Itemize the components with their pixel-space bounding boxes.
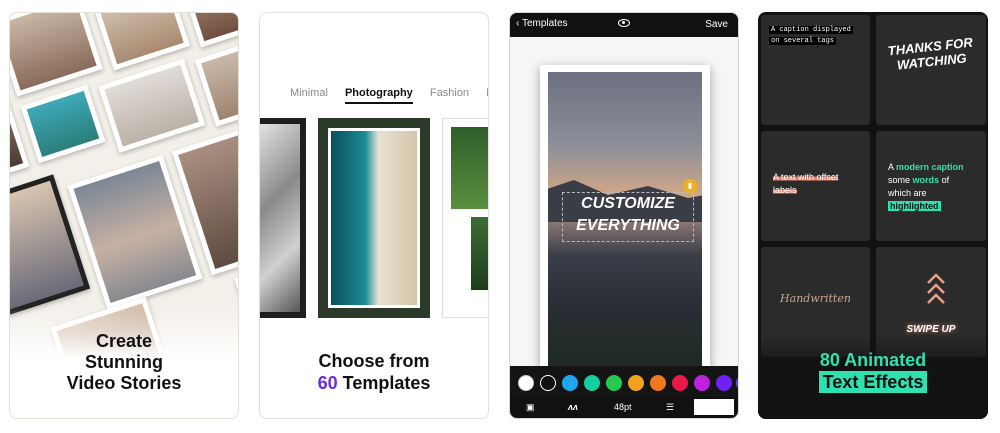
- font-family-icon[interactable]: ʌʌ: [568, 402, 578, 412]
- template-count: 60: [317, 373, 338, 393]
- sample-word: A: [888, 162, 894, 172]
- category-tabs: Minimal Photography Fashion Ne: [290, 87, 488, 104]
- effect-tile-modern[interactable]: A modern caption some words of which are…: [876, 131, 986, 241]
- color-swatch[interactable]: [584, 375, 600, 391]
- template-card[interactable]: [260, 118, 306, 318]
- sample-word: words: [912, 175, 940, 185]
- effect-sample: A caption displayed on several tags: [769, 25, 853, 47]
- text-color-button[interactable]: [694, 399, 734, 415]
- template-card[interactable]: [442, 118, 488, 318]
- align-center-icon[interactable]: ☰: [666, 402, 674, 413]
- effect-tile-offset[interactable]: A text with offset labels: [761, 131, 870, 241]
- color-swatch[interactable]: [650, 375, 666, 391]
- headline-line: Choose from: [318, 351, 430, 371]
- editor-topbar: ‹ Templates Save: [510, 13, 738, 37]
- tab-next[interactable]: Ne: [486, 87, 488, 102]
- effect-tile-thanks[interactable]: THANKS FOR WATCHING: [876, 15, 986, 125]
- story-preview: CUSTOMIZE EVERYTHING ▮: [540, 65, 710, 367]
- sample-line: labels: [773, 185, 797, 195]
- color-swatch[interactable]: [716, 375, 732, 391]
- headline-line: Text Effects: [818, 371, 928, 393]
- effect-sample: Handwritten: [780, 292, 851, 305]
- font-size[interactable]: 48pt: [614, 402, 632, 412]
- color-swatch[interactable]: [540, 375, 556, 391]
- headline-line: Create: [95, 331, 153, 351]
- sample-line: on several tags: [769, 37, 837, 45]
- template-card-selected[interactable]: [318, 118, 430, 318]
- back-button[interactable]: ‹ Templates: [516, 18, 568, 29]
- color-swatch[interactable]: [672, 375, 688, 391]
- eye-icon[interactable]: [618, 19, 630, 27]
- sample-word: of: [941, 175, 950, 185]
- collage-photo: [10, 13, 103, 97]
- screenshot-text-effects: A caption displayed on several tags THAN…: [758, 12, 988, 419]
- collage-photo: [20, 84, 106, 164]
- headline: Choose from 60 Templates: [260, 350, 488, 394]
- chevron-up-icon: [927, 273, 945, 304]
- sample-word: some: [888, 175, 911, 185]
- screenshot-editor: ‹ Templates Save CUSTOMIZE EVERYTHING ▮ …: [509, 12, 739, 419]
- effect-sample: A text with offset labels: [773, 171, 839, 197]
- sample-word: highlighted: [888, 201, 941, 211]
- screenshot-templates: Minimal Photography Fashion Ne Choose fr…: [259, 12, 489, 419]
- color-palette: [510, 366, 738, 400]
- color-swatch[interactable]: [562, 375, 578, 391]
- font-style-icon[interactable]: ▣: [526, 402, 535, 413]
- sample-word: modern caption: [896, 162, 964, 172]
- color-swatch[interactable]: [606, 375, 622, 391]
- tab-fashion[interactable]: Fashion: [430, 87, 469, 102]
- headline-line: Stunning: [85, 352, 163, 372]
- back-label: Templates: [521, 18, 568, 29]
- color-swatch[interactable]: [736, 375, 738, 391]
- overlay-line: EVERYTHING: [576, 217, 680, 234]
- color-swatch[interactable]: [694, 375, 710, 391]
- headline: 80 Animated Text Effects: [758, 349, 988, 393]
- headline-word: Templates: [342, 373, 431, 393]
- color-swatch[interactable]: [628, 375, 644, 391]
- preview-photo: CUSTOMIZE EVERYTHING ▮: [548, 72, 702, 367]
- headline: Create Stunning Video Stories: [10, 331, 238, 394]
- sample-word: which are: [888, 188, 927, 198]
- color-swatch[interactable]: [518, 375, 534, 391]
- sample-line: A text with offset: [773, 172, 839, 182]
- collage-photo: [98, 58, 206, 153]
- editor-toolbar: ▣ ʌʌ 48pt ☰: [510, 397, 738, 418]
- save-button[interactable]: Save: [705, 19, 728, 30]
- headline-line: 80 Animated: [819, 350, 927, 370]
- overlay-line: CUSTOMIZE: [581, 195, 675, 212]
- effect-tile-tags[interactable]: A caption displayed on several tags: [761, 15, 870, 125]
- screenshot-create-stories: Create Stunning Video Stories: [9, 12, 239, 419]
- lock-icon[interactable]: ▮: [683, 179, 697, 193]
- tab-photography[interactable]: Photography: [344, 87, 413, 104]
- effect-sample: A modern caption some words of which are…: [888, 161, 964, 213]
- tab-minimal[interactable]: Minimal: [290, 87, 328, 102]
- headline-line: 60 Templates: [260, 372, 488, 394]
- headline-line: Video Stories: [66, 373, 182, 393]
- sample-line: A caption displayed: [769, 26, 853, 34]
- text-overlay[interactable]: CUSTOMIZE EVERYTHING: [562, 192, 694, 242]
- effect-sample: THANKS FOR WATCHING: [883, 34, 980, 74]
